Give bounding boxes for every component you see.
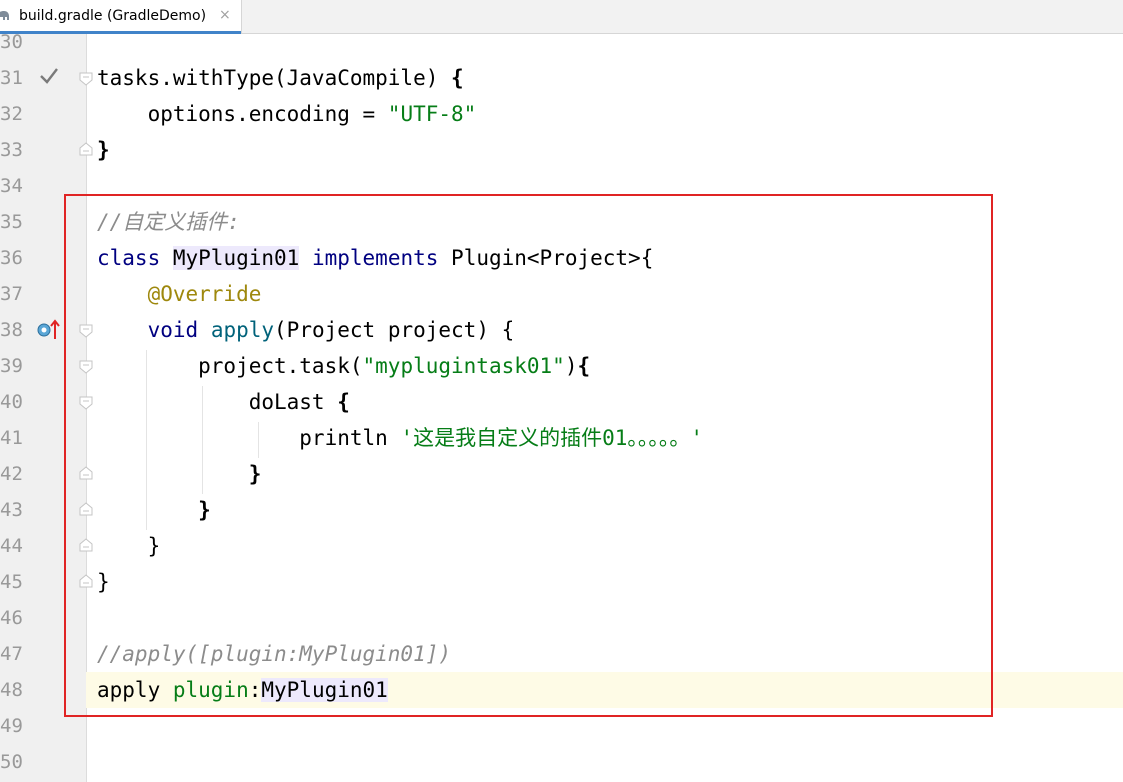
- line-number: 49: [0, 715, 23, 737]
- code-line-50[interactable]: 50: [0, 744, 1123, 780]
- code-text: void apply(Project project) {: [147, 318, 515, 342]
- code-line-49[interactable]: 49: [0, 708, 1123, 744]
- fold-open-icon[interactable]: [79, 72, 93, 86]
- line-number: 31: [0, 67, 23, 89]
- line-number: 41: [0, 427, 23, 449]
- code-line-37[interactable]: 37 @Override: [0, 276, 1123, 312]
- code-line-32[interactable]: 32 options.encoding = "UTF-8": [0, 96, 1123, 132]
- code-text: @Override: [147, 282, 262, 306]
- implements-method-icon[interactable]: [36, 318, 64, 342]
- code-line-42[interactable]: 42 }: [0, 456, 1123, 492]
- code-line-39[interactable]: 39 project.task("myplugintask01"){: [0, 348, 1123, 384]
- code-text: project.task("myplugintask01"){: [97, 354, 591, 378]
- gradle-elephant-icon: [0, 11, 9, 20]
- code-line-40[interactable]: 40 doLast {: [0, 384, 1123, 420]
- code-text: class MyPlugin01 implements Plugin<Proje…: [97, 246, 654, 270]
- code-text: }: [248, 462, 262, 486]
- code-text: }: [198, 498, 211, 522]
- code-line-36[interactable]: 36 class MyPlugin01 implements Plugin<Pr…: [0, 240, 1123, 276]
- code-text: options.encoding = "UTF-8": [97, 102, 477, 126]
- code-text: apply plugin:MyPlugin01: [97, 678, 388, 702]
- line-number: 32: [0, 103, 23, 125]
- code-line-31[interactable]: 31 tasks.withType(JavaCompile) {: [0, 60, 1123, 96]
- code-line-41[interactable]: 41 println '这是我自定义的插件01。。。。。': [0, 420, 1123, 456]
- fold-close-icon[interactable]: [79, 538, 93, 552]
- line-number: 48: [0, 679, 23, 701]
- checkmark-icon[interactable]: [38, 65, 60, 87]
- fold-open-icon[interactable]: [79, 396, 93, 410]
- code-line-48-current[interactable]: 48 apply plugin:MyPlugin01: [0, 672, 1123, 708]
- code-line-47[interactable]: 47 //apply([plugin:MyPlugin01]): [0, 636, 1123, 672]
- code-comment: //apply([plugin:MyPlugin01]): [97, 642, 452, 666]
- line-number: 43: [0, 499, 23, 521]
- fold-close-icon[interactable]: [79, 502, 93, 516]
- line-number: 37: [0, 283, 23, 305]
- line-number: 34: [0, 175, 23, 197]
- line-number: 33: [0, 139, 23, 161]
- code-editor[interactable]: 30 31 tasks.withType(JavaCompile) { 32 o…: [0, 31, 1123, 782]
- code-comment: //自定义插件:: [97, 210, 240, 234]
- code-line-34[interactable]: 34: [0, 168, 1123, 204]
- line-number: 30: [0, 31, 23, 53]
- code-line-44[interactable]: 44 }: [0, 528, 1123, 564]
- line-number: 47: [0, 643, 23, 665]
- code-text: }: [97, 570, 110, 594]
- code-line-46[interactable]: 46: [0, 600, 1123, 636]
- line-number: 44: [0, 535, 23, 557]
- fold-close-icon[interactable]: [79, 574, 93, 588]
- code-line-30[interactable]: 30: [0, 24, 1123, 60]
- line-number: 46: [0, 607, 23, 629]
- code-text: tasks.withType(JavaCompile) {: [97, 66, 464, 90]
- line-number: 40: [0, 391, 23, 413]
- tab-title: build.gradle (GradleDemo): [19, 8, 207, 24]
- code-line-45[interactable]: 45 }: [0, 564, 1123, 600]
- tab-close-button[interactable]: ×: [219, 7, 231, 23]
- code-line-38[interactable]: 38 void apply(Project project) {: [0, 312, 1123, 348]
- line-number: 42: [0, 463, 23, 485]
- fold-open-icon[interactable]: [79, 324, 93, 338]
- fold-close-icon[interactable]: [79, 466, 93, 480]
- line-number: 50: [0, 751, 23, 773]
- code-text: }: [97, 534, 161, 558]
- fold-close-icon[interactable]: [79, 142, 93, 156]
- line-number: 39: [0, 355, 23, 377]
- line-number: 38: [0, 319, 23, 341]
- line-number: 36: [0, 247, 23, 269]
- code-line-33[interactable]: 33 }: [0, 132, 1123, 168]
- line-number: 35: [0, 211, 23, 233]
- code-text: println '这是我自定义的插件01。。。。。': [97, 426, 704, 450]
- code-text: doLast {: [97, 390, 350, 414]
- code-line-35[interactable]: 35 //自定义插件:: [0, 204, 1123, 240]
- line-number: 45: [0, 571, 23, 593]
- code-line-43[interactable]: 43 }: [0, 492, 1123, 528]
- fold-open-icon[interactable]: [79, 360, 93, 374]
- code-text: }: [97, 138, 110, 162]
